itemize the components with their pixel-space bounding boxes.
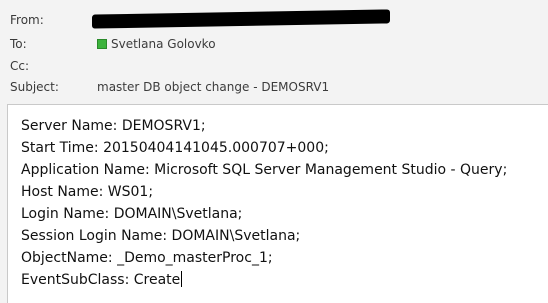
from-label: From: [10,13,44,27]
body-line: Server Name: DEMOSRV1; [21,118,206,134]
body-line: Session Login Name: DOMAIN\Svetlana; [21,228,301,244]
text-caret [181,271,183,287]
subject-label: Subject: [10,80,59,94]
body-line-text: EventSubClass: Create [21,272,181,288]
body-line-last: EventSubClass: Create [21,269,507,291]
subject-value: master DB object change - DEMOSRV1 [97,80,330,94]
cc-label: Cc: [10,59,30,73]
body-text[interactable]: Server Name: DEMOSRV1; Start Time: 20150… [21,115,507,291]
body-line: Application Name: Microsoft SQL Server M… [21,162,508,178]
to-recipient-name: Svetlana Golovko [111,37,216,51]
body-line: ObjectName: _Demo_masterProc_1; [21,250,273,266]
message-header: From: To: Svetlana Golovko Cc: Subject: … [0,0,548,100]
presence-status-icon [97,38,107,49]
to-recipient[interactable]: Svetlana Golovko [97,35,216,53]
message-body[interactable]: Server Name: DEMOSRV1; Start Time: 20150… [7,104,548,303]
body-line: Login Name: DOMAIN\Svetlana; [21,206,243,222]
to-label: To: [10,37,27,51]
redacted-sender [92,9,390,29]
body-line: Start Time: 20150404141045.000707+000; [21,140,329,156]
body-line: Host Name: WS01; [21,184,154,200]
